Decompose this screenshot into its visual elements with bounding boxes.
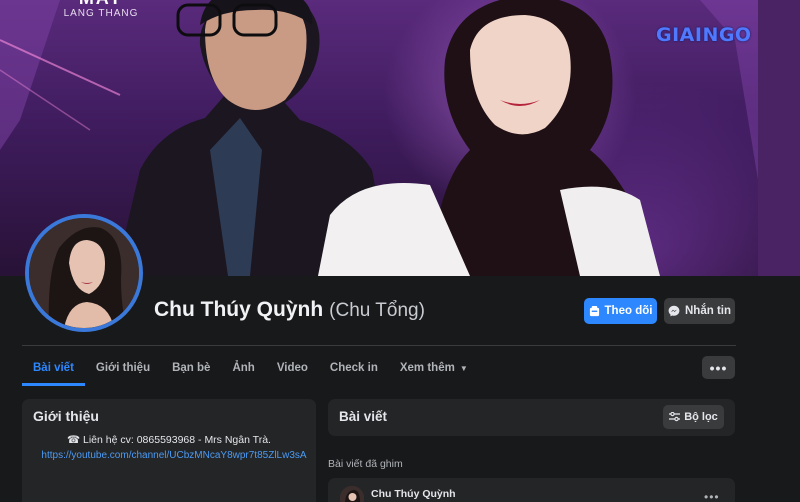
watermark-logo: GIAINGO xyxy=(656,24,752,46)
profile-tabs: Bài viết Giới thiệu Bạn bè Ảnh Video Che… xyxy=(22,350,479,386)
cover-brand-title: MAY xyxy=(56,0,146,8)
tab-label: Bài viết xyxy=(33,362,74,374)
tab-label: Ảnh xyxy=(232,362,255,374)
follow-label: Theo dõi xyxy=(604,305,653,317)
profile-more-button[interactable]: ••• xyxy=(702,356,735,379)
header-divider xyxy=(22,345,736,346)
tab-label: Xem thêm xyxy=(399,362,455,374)
tab-photos[interactable]: Ảnh xyxy=(221,350,265,386)
cover-edge xyxy=(758,0,800,276)
profile-name: Chu Thúy Quỳnh xyxy=(154,298,324,321)
tab-check-in[interactable]: Check in xyxy=(319,350,389,386)
avatar-image xyxy=(29,218,139,328)
filter-button[interactable]: Bộ lọc xyxy=(663,405,724,429)
follow-icon xyxy=(589,305,599,316)
post-more-icon[interactable]: ••• xyxy=(704,490,720,502)
tab-video[interactable]: Video xyxy=(266,350,319,386)
post-author-name[interactable]: Chu Thúy Quỳnh xyxy=(371,488,456,500)
intro-contact: ☎ Liên hệ cv: 0865593968 - Mrs Ngân Trà. xyxy=(67,434,271,446)
filter-icon xyxy=(669,412,681,422)
post-author-avatar[interactable] xyxy=(340,486,364,502)
intro-youtube-link[interactable]: https://youtube.com/channel/UCbzMNcaY8wp… xyxy=(34,449,314,463)
messenger-icon xyxy=(668,305,680,317)
filter-label: Bộ lọc xyxy=(684,411,718,423)
posts-header-card: Bài viết Bộ lọc xyxy=(328,399,735,436)
profile-name-row: Chu Thúy Quỳnh (Chu Tổng) xyxy=(154,298,425,322)
tab-label: Video xyxy=(276,362,308,374)
intro-title: Giới thiệu xyxy=(33,408,99,424)
follow-button[interactable]: Theo dõi xyxy=(584,298,657,324)
pinned-posts-label: Bài viết đã ghim xyxy=(328,458,403,470)
tab-label: Check in xyxy=(329,362,378,374)
caret-down-icon: ▼ xyxy=(459,363,468,373)
pinned-post-card: Chu Thúy Quỳnh ••• xyxy=(328,478,735,502)
intro-card: Giới thiệu ☎ Liên hệ cv: 0865593968 - Mr… xyxy=(22,399,316,502)
tab-label: Bạn bè xyxy=(172,362,211,374)
cover-brand-subtitle: LANG THANG xyxy=(63,8,139,19)
profile-alt-name: (Chu Tổng) xyxy=(329,300,425,321)
cover-brand-logo: MAY LANG THANG xyxy=(56,0,146,19)
tab-posts[interactable]: Bài viết xyxy=(22,350,85,386)
profile-avatar[interactable] xyxy=(25,214,143,332)
tab-see-more[interactable]: Xem thêm ▼ xyxy=(389,350,479,386)
posts-title: Bài viết xyxy=(339,409,388,424)
tab-about[interactable]: Giới thiệu xyxy=(85,350,161,386)
message-button[interactable]: Nhắn tin xyxy=(664,298,735,324)
message-label: Nhắn tin xyxy=(685,305,731,317)
tab-label: Giới thiệu xyxy=(95,362,151,374)
tab-friends[interactable]: Bạn bè xyxy=(161,350,221,386)
